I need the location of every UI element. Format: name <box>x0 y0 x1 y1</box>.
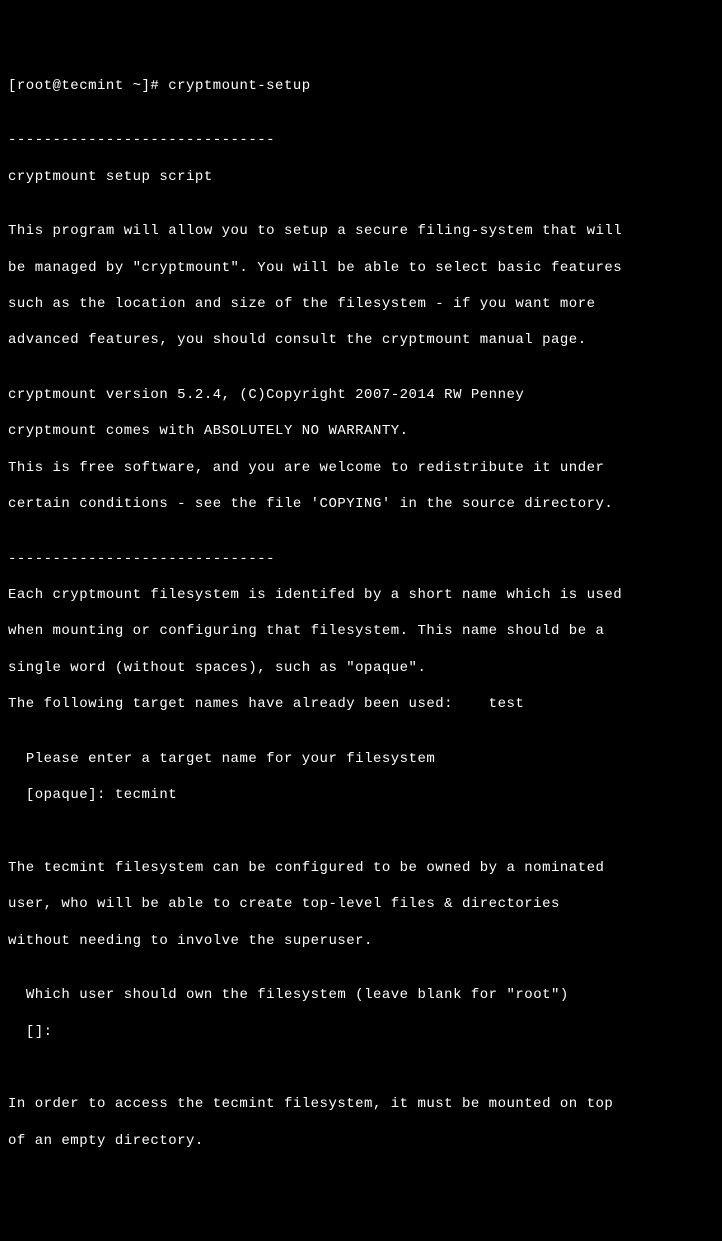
output-mount-info: In order to access the tecmint filesyste… <box>8 1095 714 1113</box>
output-title: cryptmount setup script <box>8 168 714 186</box>
entered-command: cryptmount-setup <box>168 78 310 94</box>
input-target-name[interactable]: [opaque]: tecmint <box>8 786 714 804</box>
output-warranty: cryptmount comes with ABSOLUTELY NO WARR… <box>8 422 714 440</box>
output-divider: ------------------------------ <box>8 131 714 149</box>
output-filesystem-info: The following target names have already … <box>8 695 714 713</box>
output-intro: This program will allow you to setup a s… <box>8 222 714 240</box>
output-license: certain conditions - see the file 'COPYI… <box>8 495 714 513</box>
output-filesystem-info: Each cryptmount filesystem is identifed … <box>8 586 714 604</box>
output-intro: be managed by "cryptmount". You will be … <box>8 259 714 277</box>
command-prompt-line[interactable]: [root@tecmint ~]# cryptmount-setup <box>8 77 714 95</box>
prompt-user-owner: Which user should own the filesystem (le… <box>8 986 714 1004</box>
output-intro: such as the location and size of the fil… <box>8 295 714 313</box>
output-mount-info: of an empty directory. <box>8 1132 714 1150</box>
output-owner-info: The tecmint filesystem can be configured… <box>8 859 714 877</box>
output-intro: advanced features, you should consult th… <box>8 331 714 349</box>
shell-prompt: [root@tecmint ~]# <box>8 78 168 94</box>
input-user-owner[interactable]: []: <box>8 1023 714 1041</box>
output-version: cryptmount version 5.2.4, (C)Copyright 2… <box>8 386 714 404</box>
output-owner-info: user, who will be able to create top-lev… <box>8 895 714 913</box>
output-license: This is free software, and you are welco… <box>8 459 714 477</box>
output-owner-info: without needing to involve the superuser… <box>8 932 714 950</box>
output-filesystem-info: when mounting or configuring that filesy… <box>8 622 714 640</box>
output-divider: ------------------------------ <box>8 550 714 568</box>
prompt-target-name: Please enter a target name for your file… <box>8 750 714 768</box>
output-filesystem-info: single word (without spaces), such as "o… <box>8 659 714 677</box>
